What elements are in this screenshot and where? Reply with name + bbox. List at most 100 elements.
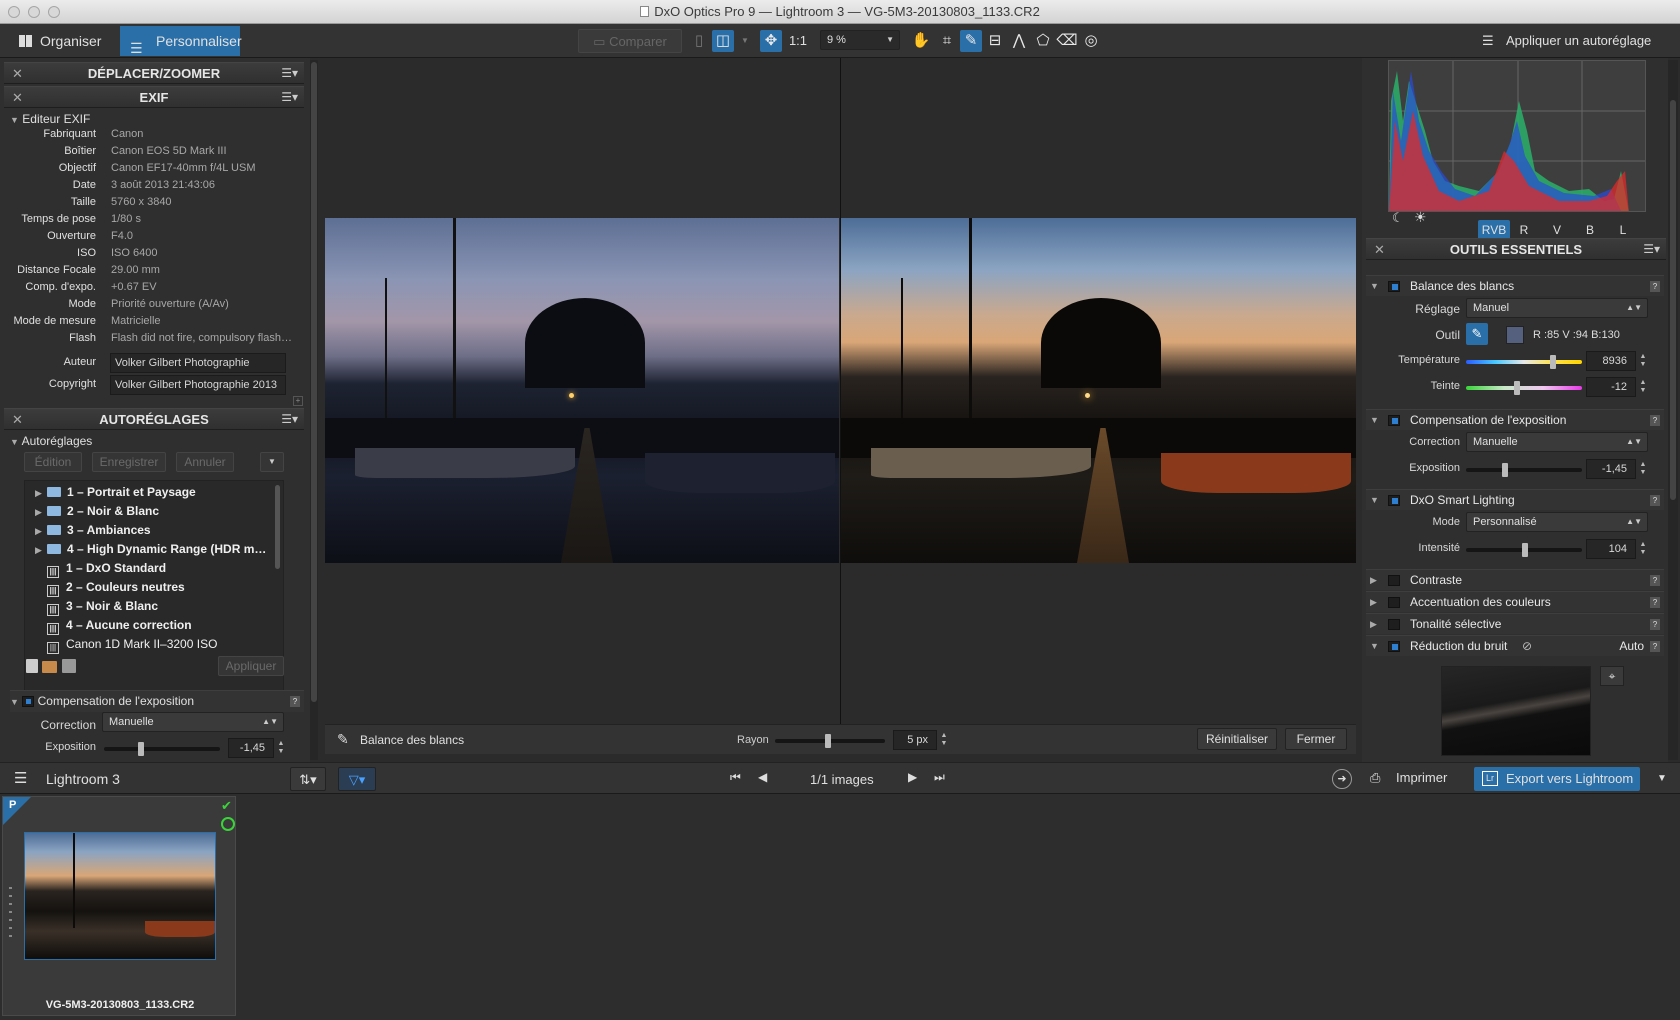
sl-mode-select[interactable]: Personnalisé ▲▼	[1466, 512, 1648, 532]
preset-tree-item[interactable]: ▶ 2 – Noir & Blanc	[35, 502, 159, 521]
slider-knob[interactable]	[1522, 543, 1528, 557]
enable-checkbox[interactable]	[1388, 281, 1400, 292]
temperature-slider[interactable]	[1466, 355, 1582, 369]
import-preset-icon[interactable]	[42, 661, 57, 673]
split-view-icon[interactable]: ◫	[712, 30, 734, 52]
shape-icon[interactable]: ⬠	[1032, 30, 1054, 52]
perspective-icon[interactable]: ⋀	[1008, 30, 1030, 52]
triangle-right-icon[interactable]: ▶	[35, 541, 47, 560]
presets-toggle[interactable]: ▼ Autoréglages	[10, 434, 92, 448]
close-icon[interactable]: ✕	[12, 409, 23, 430]
preset-tree-item[interactable]: ||| 3 – Noir & Blanc	[35, 597, 158, 616]
stepper-icon[interactable]: ▲ ▼	[1638, 379, 1648, 395]
preset-tree-item[interactable]: ▶ 4 – High Dynamic Range (HDR m…	[35, 540, 266, 559]
hand-icon[interactable]: ✋	[910, 30, 932, 52]
histogram-channel-rvb[interactable]: RVB	[1478, 220, 1510, 240]
corrected-image[interactable]	[841, 218, 1356, 563]
list-icon[interactable]: ☰	[14, 769, 27, 787]
tab-organize[interactable]: Organiser	[4, 26, 116, 56]
smart-lighting-section[interactable]: ▼ DxO Smart Lighting?	[1366, 489, 1664, 510]
help-icon[interactable]: ?	[1650, 575, 1660, 586]
fit-icon[interactable]: ✥	[760, 30, 782, 52]
noise-section[interactable]: ▼ Réduction du bruit ⊘ Auto?	[1366, 635, 1664, 656]
tab-customize[interactable]: ☰ Personnaliser	[120, 26, 242, 56]
left-scrollbar[interactable]	[310, 60, 318, 760]
close-icon[interactable]: ✕	[1374, 239, 1385, 260]
ec-section[interactable]: ▼ Compensation de l'exposition?	[1366, 409, 1664, 430]
triangle-right-icon[interactable]: ▶	[35, 484, 47, 503]
eye-slash-icon[interactable]: ⊘	[1522, 636, 1532, 657]
previous-image-icon[interactable]: ◀	[758, 770, 767, 784]
slider-knob[interactable]	[1502, 463, 1508, 477]
contrast-section[interactable]: ▶ Contraste?	[1366, 569, 1664, 590]
preset-tree-item[interactable]: ▶ 1 – Portrait et Paysage	[35, 483, 196, 502]
slider-knob[interactable]	[1550, 355, 1556, 369]
tree-scrollbar[interactable]	[275, 485, 280, 569]
horizon-icon[interactable]: ⊟	[984, 30, 1006, 52]
menu-icon[interactable]: ☰▾	[1643, 239, 1660, 260]
exif-header[interactable]: ✕ EXIF ☰▾	[4, 86, 304, 108]
menu-icon[interactable]: ☰▾	[281, 87, 298, 108]
triangle-right-icon[interactable]: ▶	[35, 503, 47, 522]
wb-section[interactable]: ▼ Balance des blancs?	[1366, 275, 1664, 296]
close-icon[interactable]: ✕	[12, 87, 23, 108]
help-icon[interactable]: ?	[1650, 641, 1660, 652]
left-exposure-slider[interactable]	[104, 742, 220, 756]
image-viewer[interactable]	[325, 58, 1356, 724]
stepper-icon[interactable]: ▲ ▼	[939, 732, 949, 748]
preset-tree-item[interactable]: ||| 4 – Aucune correction	[35, 616, 192, 635]
copyright-field[interactable]: Volker Gilbert Photographie 2013	[110, 375, 286, 395]
single-view-icon[interactable]: ▯	[688, 30, 710, 52]
ec-exposure-value[interactable]: -1,45	[1586, 459, 1636, 479]
ec-correction-select[interactable]: Manuelle ▲▼	[1466, 432, 1648, 452]
menu-icon[interactable]: ☰▾	[281, 63, 298, 84]
target-icon[interactable]: ◎	[1080, 30, 1102, 52]
wb-picker-button[interactable]: ✎	[1466, 323, 1488, 345]
help-icon[interactable]: ?	[1650, 495, 1660, 506]
export-preset-icon[interactable]	[62, 659, 76, 673]
edit-button[interactable]: Édition	[24, 452, 82, 472]
crosshair-icon[interactable]: ⌖	[1600, 666, 1624, 686]
help-icon[interactable]: ?	[1650, 415, 1660, 426]
resize-grip-icon[interactable]: +	[293, 396, 303, 406]
ec-exposure-slider[interactable]	[1466, 463, 1582, 477]
enable-checkbox[interactable]	[22, 696, 35, 707]
essentials-header[interactable]: ✕ OUTILS ESSENTIELS ☰▾	[1366, 238, 1666, 260]
color-accent-section[interactable]: ▶ Accentuation des couleurs?	[1366, 591, 1664, 612]
menu-icon[interactable]: ☰▾	[281, 409, 298, 430]
sl-intensity-value[interactable]: 104	[1586, 539, 1636, 559]
thumbnail-card[interactable]: P ✔ VG-5M3-20130803_1133.CR2	[2, 796, 236, 1016]
enable-checkbox[interactable]	[1388, 597, 1400, 608]
enable-checkbox[interactable]	[1388, 619, 1400, 630]
selective-tone-section[interactable]: ▶ Tonalité sélective?	[1366, 613, 1664, 634]
one-to-one-button[interactable]: 1:1	[784, 29, 812, 53]
temperature-value[interactable]: 8936	[1586, 351, 1636, 371]
enable-checkbox[interactable]	[1388, 415, 1400, 426]
preset-tree-item[interactable]: ||| Canon 1D Mark II–3200 ISO	[35, 635, 217, 654]
histogram-channel-r[interactable]: R	[1511, 220, 1537, 240]
histogram-channel-b[interactable]: B	[1577, 220, 1603, 240]
noise-preview[interactable]	[1441, 666, 1591, 756]
save-button[interactable]: Enregistrer	[92, 452, 166, 472]
sun-icon[interactable]: ☀	[1414, 209, 1427, 226]
right-scrollbar[interactable]	[1668, 60, 1678, 760]
process-icon[interactable]: ➜	[1332, 769, 1352, 789]
new-preset-icon[interactable]	[26, 659, 38, 673]
sl-intensity-slider[interactable]	[1466, 543, 1582, 557]
stepper-icon[interactable]: ▲ ▼	[1638, 353, 1648, 369]
tint-slider[interactable]	[1466, 381, 1582, 395]
eraser-icon[interactable]: ⌫	[1056, 30, 1078, 52]
sort-button[interactable]: ⇅▾	[290, 767, 326, 791]
author-field[interactable]: Volker Gilbert Photographie	[110, 353, 286, 373]
presets-dropdown-button[interactable]: ▼	[260, 452, 284, 472]
reset-button[interactable]: Réinitialiser	[1197, 728, 1277, 750]
close-icon[interactable]: ✕	[12, 63, 23, 84]
first-image-icon[interactable]: ⏮	[730, 770, 741, 785]
stepper-icon[interactable]: ▲ ▼	[1638, 461, 1648, 477]
left-correction-select[interactable]: Manuelle ▲▼	[102, 712, 284, 732]
minimize-window-button[interactable]	[28, 6, 40, 18]
move-zoom-header[interactable]: ✕ DÉPLACER/ZOOMER ☰▾	[4, 62, 304, 84]
slider-knob[interactable]	[1514, 381, 1520, 395]
stepper-icon[interactable]: ▲ ▼	[1638, 541, 1648, 557]
slider-knob[interactable]	[825, 734, 831, 748]
